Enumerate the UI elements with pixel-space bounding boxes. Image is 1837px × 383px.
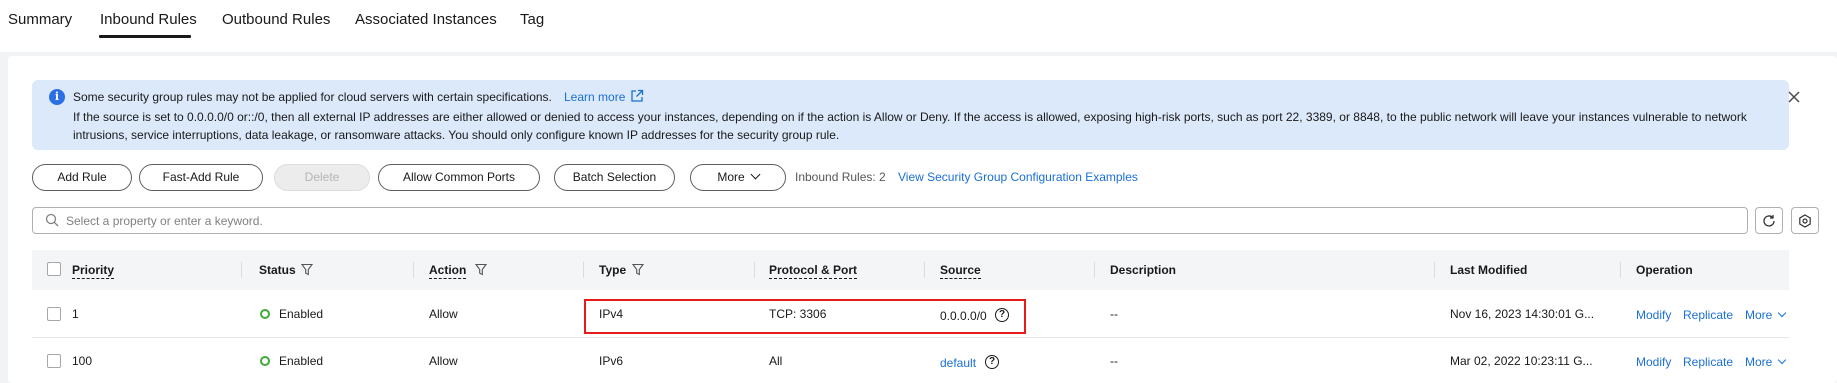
header-operation: Operation — [1636, 263, 1693, 277]
info-icon: i — [49, 89, 65, 105]
refresh-button[interactable] — [1755, 207, 1783, 234]
header-type: Type — [599, 263, 627, 277]
header-description: Description — [1110, 263, 1177, 277]
more-operations-label: More — [1745, 308, 1773, 322]
cell-description: -- — [1110, 354, 1118, 368]
chevron-down-icon — [750, 169, 761, 180]
chevron-down-icon — [1778, 355, 1787, 365]
cell-last-modified: Nov 16, 2023 14:30:01 G... — [1450, 307, 1595, 321]
header-protocol-port[interactable]: Protocol & Port — [769, 263, 858, 279]
column-divider — [1434, 262, 1435, 278]
cell-description: -- — [1110, 307, 1118, 321]
highlight-box — [584, 299, 1026, 334]
inbound-rules-count: Inbound Rules: 2 — [795, 170, 886, 184]
tab-outbound-rules[interactable]: Outbound Rules — [222, 11, 330, 28]
more-operations-link[interactable]: More — [1745, 308, 1787, 322]
cell-status: Enabled — [279, 307, 324, 321]
header-last-modified: Last Modified — [1450, 263, 1528, 277]
row-divider — [32, 337, 1789, 338]
configuration-examples-link[interactable]: View Security Group Configuration Exampl… — [898, 170, 1138, 184]
column-divider — [924, 262, 925, 278]
add-rule-button[interactable]: Add Rule — [32, 164, 132, 191]
batch-selection-button[interactable]: Batch Selection — [554, 164, 675, 191]
active-tab-indicator — [99, 35, 191, 38]
more-button[interactable]: More — [690, 164, 786, 191]
status-enabled-icon — [260, 356, 270, 366]
filter-icon[interactable] — [632, 263, 644, 276]
gear-icon — [1799, 214, 1811, 228]
tab-tag[interactable]: Tag — [520, 11, 544, 28]
tab-bar: Summary Inbound Rules Outbound Rules Ass… — [0, 0, 1837, 52]
modify-link[interactable]: Modify — [1636, 355, 1671, 369]
column-divider — [1620, 262, 1621, 278]
more-operations-label: More — [1745, 355, 1773, 369]
row-checkbox[interactable] — [47, 307, 61, 321]
alert-message: Some security group rules may not be app… — [73, 90, 552, 104]
cell-status: Enabled — [279, 354, 324, 368]
status-enabled-icon — [260, 309, 270, 319]
filter-icon[interactable] — [301, 263, 313, 276]
refresh-icon — [1763, 215, 1775, 227]
replicate-link[interactable]: Replicate — [1683, 355, 1733, 369]
header-action[interactable]: Action — [429, 263, 467, 279]
header-source[interactable]: Source — [940, 263, 981, 279]
header-priority[interactable]: Priority — [72, 263, 115, 279]
select-all-checkbox[interactable] — [47, 262, 61, 276]
tab-associated-instances[interactable]: Associated Instances — [355, 11, 497, 28]
learn-more-link[interactable]: Learn more — [564, 90, 625, 104]
source-default-link[interactable]: default — [940, 356, 976, 370]
filter-icon[interactable] — [475, 263, 487, 276]
column-divider — [1094, 262, 1095, 278]
replicate-link[interactable]: Replicate — [1683, 308, 1733, 322]
allow-common-ports-button[interactable]: Allow Common Ports — [378, 164, 540, 191]
column-divider — [241, 262, 242, 278]
column-divider — [583, 262, 584, 278]
cell-action: Allow — [429, 354, 458, 368]
help-icon[interactable]: ? — [985, 355, 999, 369]
cell-priority: 1 — [72, 307, 79, 321]
cell-protocol-port: All — [769, 354, 783, 368]
alert-details: If the source is set to 0.0.0.0/0 or::/0… — [73, 110, 1747, 142]
tab-summary[interactable]: Summary — [8, 11, 72, 28]
settings-button[interactable] — [1791, 207, 1819, 234]
cell-type: IPv6 — [599, 354, 624, 368]
tab-inbound-rules[interactable]: Inbound Rules — [100, 11, 197, 28]
row-checkbox[interactable] — [47, 354, 61, 368]
column-divider — [754, 262, 755, 278]
modify-link[interactable]: Modify — [1636, 308, 1671, 322]
header-status: Status — [259, 263, 296, 277]
more-button-label: More — [717, 170, 745, 184]
cell-action: Allow — [429, 307, 458, 321]
search-icon — [45, 213, 59, 227]
close-icon[interactable] — [1786, 89, 1802, 105]
cell-last-modified: Mar 02, 2022 10:23:11 G... — [1450, 354, 1593, 368]
more-operations-link[interactable]: More — [1745, 355, 1787, 369]
delete-button[interactable]: Delete — [274, 164, 370, 191]
column-divider — [413, 262, 414, 278]
chevron-down-icon — [1778, 308, 1787, 318]
external-link-icon[interactable] — [630, 89, 644, 103]
fast-add-rule-button[interactable]: Fast-Add Rule — [139, 164, 263, 191]
cell-priority: 100 — [72, 354, 93, 368]
search-input[interactable] — [66, 209, 1736, 232]
